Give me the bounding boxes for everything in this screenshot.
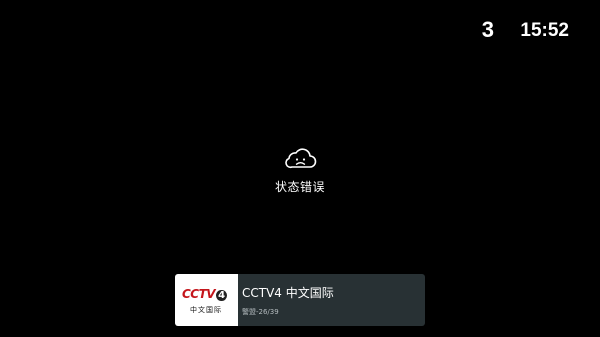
channel-number: 3 <box>481 17 494 42</box>
error-message-box: 状态错误 <box>250 145 350 195</box>
logo-number: 4 <box>216 290 227 301</box>
channel-logo-mark: CCTV 4 <box>182 287 230 301</box>
channel-logo: CCTV 4 中文国际 <box>175 274 238 326</box>
channel-name: CCTV4 中文国际 <box>242 286 334 300</box>
current-program: 警盟-26/39 <box>242 308 279 316</box>
sad-cloud-icon <box>285 148 317 169</box>
logo-subtitle: 中文国际 <box>190 306 222 314</box>
logo-brand-text: CCTV <box>182 287 216 301</box>
error-text: 状态错误 <box>274 180 325 194</box>
channel-info-bar[interactable]: CCTV 4 中文国际 CCTV4 中文国际 警盟-26/39 <box>175 274 425 326</box>
clock: 15:52 <box>520 20 569 41</box>
player-screen[interactable]: 3 15:52 状态错误 CCTV 4 中文国际 CCTV4 中文国际 警盟-26… <box>0 0 600 337</box>
